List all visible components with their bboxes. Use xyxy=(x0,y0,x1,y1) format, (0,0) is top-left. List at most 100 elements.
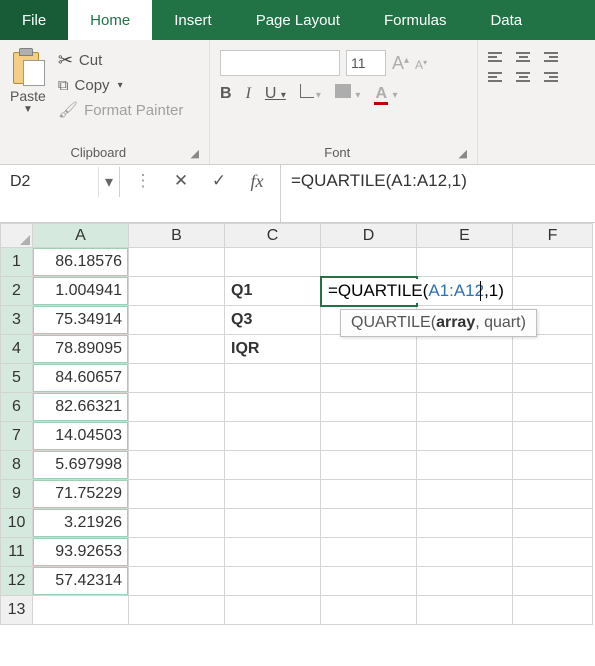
row-header-3[interactable]: 3 xyxy=(1,306,33,335)
cell-C10[interactable] xyxy=(225,509,321,538)
cell-A4[interactable]: 78.89095 xyxy=(33,335,129,364)
row-header-11[interactable]: 11 xyxy=(1,538,33,567)
row-header-4[interactable]: 4 xyxy=(1,335,33,364)
align-right-button[interactable] xyxy=(544,72,558,82)
align-left-button[interactable] xyxy=(488,72,502,82)
col-header-A[interactable]: A xyxy=(33,224,129,248)
bold-button[interactable]: B xyxy=(220,85,232,103)
cell-B7[interactable] xyxy=(129,422,225,451)
decrease-font-icon[interactable]: A▾ xyxy=(415,58,427,72)
dialog-launcher-icon[interactable]: ◢ xyxy=(459,147,471,164)
cell-A12[interactable]: 57.42314 xyxy=(33,567,129,596)
align-top-button[interactable] xyxy=(488,52,502,62)
cell-D1[interactable] xyxy=(321,248,417,277)
cell-B3[interactable] xyxy=(129,306,225,335)
cell-A10[interactable]: 3.21926 xyxy=(33,509,129,538)
cell-D11[interactable] xyxy=(321,538,417,567)
row-header-12[interactable]: 12 xyxy=(1,567,33,596)
increase-font-icon[interactable]: A▴ xyxy=(392,53,409,74)
row-header-8[interactable]: 8 xyxy=(1,451,33,480)
cell-C12[interactable] xyxy=(225,567,321,596)
dialog-launcher-icon[interactable]: ◢ xyxy=(191,147,203,164)
cut-button[interactable]: ✂ Cut xyxy=(58,50,184,71)
tab-data[interactable]: Data xyxy=(468,0,544,40)
border-button[interactable]: ▾ xyxy=(300,84,321,103)
col-header-F[interactable]: F xyxy=(513,224,593,248)
row-header-7[interactable]: 7 xyxy=(1,422,33,451)
name-box[interactable]: D2 ▾ xyxy=(0,167,120,197)
cell-F1[interactable] xyxy=(513,248,593,277)
cell-D10[interactable] xyxy=(321,509,417,538)
cell-F2[interactable] xyxy=(513,277,593,306)
cell-D6[interactable] xyxy=(321,393,417,422)
italic-button[interactable]: I xyxy=(246,85,251,103)
cell-C4[interactable]: IQR xyxy=(225,335,321,364)
cell-C5[interactable] xyxy=(225,364,321,393)
cell-A9[interactable]: 71.75229 xyxy=(33,480,129,509)
tab-formulas[interactable]: Formulas xyxy=(362,0,469,40)
function-tooltip[interactable]: QUARTILE(array, quart) xyxy=(340,309,537,337)
cell-B2[interactable] xyxy=(129,277,225,306)
col-header-B[interactable]: B xyxy=(129,224,225,248)
cell-C9[interactable] xyxy=(225,480,321,509)
cell-E8[interactable] xyxy=(417,451,513,480)
enter-formula-button[interactable]: ✓ xyxy=(202,169,236,193)
cell-B11[interactable] xyxy=(129,538,225,567)
row-header-13[interactable]: 13 xyxy=(1,596,33,625)
cell-F7[interactable] xyxy=(513,422,593,451)
font-size-input[interactable] xyxy=(346,50,386,76)
fill-color-button[interactable]: ▾ xyxy=(335,84,360,103)
chevron-down-icon[interactable]: ▾ xyxy=(98,167,119,197)
cell-B4[interactable] xyxy=(129,335,225,364)
cell-E5[interactable] xyxy=(417,364,513,393)
cell-C3[interactable]: Q3 xyxy=(225,306,321,335)
cell-A6[interactable]: 82.66321 xyxy=(33,393,129,422)
worksheet-grid[interactable]: A B C D E F 186.18576 21.004941Q1 375.34… xyxy=(0,223,595,625)
select-all-corner[interactable] xyxy=(1,224,33,248)
cell-C8[interactable] xyxy=(225,451,321,480)
font-color-button[interactable]: A ▾ xyxy=(374,85,397,103)
copy-button[interactable]: ⧉ Copy ▾ xyxy=(58,77,184,94)
align-middle-button[interactable] xyxy=(516,52,530,62)
cell-E1[interactable] xyxy=(417,248,513,277)
cell-B5[interactable] xyxy=(129,364,225,393)
tab-home[interactable]: Home xyxy=(68,0,152,40)
cell-F4[interactable] xyxy=(513,335,593,364)
align-bottom-button[interactable] xyxy=(544,52,558,62)
cell-B12[interactable] xyxy=(129,567,225,596)
cell-B9[interactable] xyxy=(129,480,225,509)
cell-A7[interactable]: 14.04503 xyxy=(33,422,129,451)
cell-F12[interactable] xyxy=(513,567,593,596)
tab-insert[interactable]: Insert xyxy=(152,0,234,40)
cell-D7[interactable] xyxy=(321,422,417,451)
cell-F13[interactable] xyxy=(513,596,593,625)
cell-D9[interactable] xyxy=(321,480,417,509)
align-center-button[interactable] xyxy=(516,72,530,82)
row-header-1[interactable]: 1 xyxy=(1,248,33,277)
cell-F9[interactable] xyxy=(513,480,593,509)
tab-page-layout[interactable]: Page Layout xyxy=(234,0,362,40)
chevron-down-icon[interactable]: ▼ xyxy=(23,104,33,115)
cell-C11[interactable] xyxy=(225,538,321,567)
underline-button[interactable]: U ▾ xyxy=(265,85,286,103)
cell-C7[interactable] xyxy=(225,422,321,451)
cell-E9[interactable] xyxy=(417,480,513,509)
formula-input[interactable]: =QUARTILE(A1:A12,1) xyxy=(281,165,595,222)
cell-D5[interactable] xyxy=(321,364,417,393)
row-header-10[interactable]: 10 xyxy=(1,509,33,538)
cell-D8[interactable] xyxy=(321,451,417,480)
cell-E7[interactable] xyxy=(417,422,513,451)
cell-A2[interactable]: 1.004941 xyxy=(33,277,129,306)
tooltip-arg1[interactable]: array xyxy=(436,314,475,331)
cancel-formula-button[interactable]: ✕ xyxy=(164,169,198,193)
cell-A3[interactable]: 75.34914 xyxy=(33,306,129,335)
row-header-6[interactable]: 6 xyxy=(1,393,33,422)
cell-A13[interactable] xyxy=(33,596,129,625)
cell-E13[interactable] xyxy=(417,596,513,625)
cell-B13[interactable] xyxy=(129,596,225,625)
cell-B8[interactable] xyxy=(129,451,225,480)
cell-C1[interactable] xyxy=(225,248,321,277)
insert-function-button[interactable]: fx xyxy=(240,169,274,193)
cell-C6[interactable] xyxy=(225,393,321,422)
cell-D13[interactable] xyxy=(321,596,417,625)
